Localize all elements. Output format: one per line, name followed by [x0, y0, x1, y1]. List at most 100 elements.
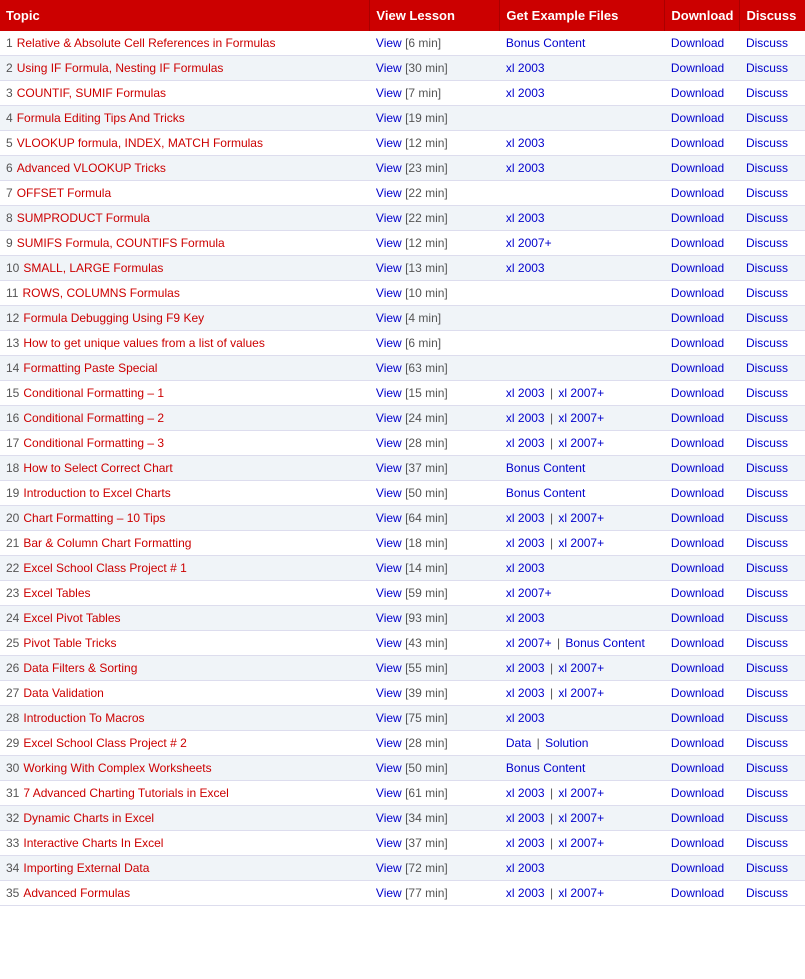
discuss-link[interactable]: Discuss — [746, 36, 788, 50]
discuss-link[interactable]: Discuss — [746, 436, 788, 450]
view-link[interactable]: View — [376, 461, 402, 475]
topic-link[interactable]: Excel School Class Project # 2 — [23, 736, 186, 750]
bonus-content-link[interactable]: Bonus Content — [506, 36, 585, 50]
discuss-link[interactable]: Discuss — [746, 636, 788, 650]
view-link[interactable]: View — [376, 336, 402, 350]
topic-link[interactable]: How to Select Correct Chart — [23, 461, 172, 475]
view-link[interactable]: View — [376, 36, 402, 50]
view-link[interactable]: View — [376, 761, 402, 775]
download-link[interactable]: Download — [671, 336, 724, 350]
file-link[interactable]: xl 2007+ — [558, 886, 604, 900]
view-link[interactable]: View — [376, 111, 402, 125]
download-link[interactable]: Download — [671, 636, 724, 650]
file-link[interactable]: xl 2003 — [506, 136, 545, 150]
download-link[interactable]: Download — [671, 136, 724, 150]
file-link[interactable]: xl 2007+ — [558, 511, 604, 525]
topic-link[interactable]: Conditional Formatting – 2 — [23, 411, 164, 425]
topic-link[interactable]: Using IF Formula, Nesting IF Formulas — [17, 61, 224, 75]
view-link[interactable]: View — [376, 686, 402, 700]
download-link[interactable]: Download — [671, 836, 724, 850]
view-link[interactable]: View — [376, 711, 402, 725]
bonus-content-link[interactable]: Bonus Content — [565, 636, 644, 650]
file-link[interactable]: xl 2007+ — [558, 436, 604, 450]
file-link[interactable]: xl 2003 — [506, 511, 545, 525]
file-link[interactable]: xl 2007+ — [558, 786, 604, 800]
view-link[interactable]: View — [376, 211, 402, 225]
file-link[interactable]: xl 2003 — [506, 886, 545, 900]
discuss-link[interactable]: Discuss — [746, 111, 788, 125]
discuss-link[interactable]: Discuss — [746, 661, 788, 675]
view-link[interactable]: View — [376, 61, 402, 75]
view-link[interactable]: View — [376, 561, 402, 575]
download-link[interactable]: Download — [671, 536, 724, 550]
discuss-link[interactable]: Discuss — [746, 811, 788, 825]
topic-link[interactable]: Bar & Column Chart Formatting — [23, 536, 191, 550]
download-link[interactable]: Download — [671, 611, 724, 625]
download-link[interactable]: Download — [671, 236, 724, 250]
download-link[interactable]: Download — [671, 161, 724, 175]
view-link[interactable]: View — [376, 136, 402, 150]
view-link[interactable]: View — [376, 161, 402, 175]
view-link[interactable]: View — [376, 286, 402, 300]
discuss-link[interactable]: Discuss — [746, 136, 788, 150]
view-link[interactable]: View — [376, 411, 402, 425]
topic-link[interactable]: Data Filters & Sorting — [23, 661, 137, 675]
topic-link[interactable]: Data Validation — [23, 686, 104, 700]
topic-link[interactable]: Pivot Table Tricks — [23, 636, 116, 650]
file-link[interactable]: xl 2003 — [506, 436, 545, 450]
file-link[interactable]: xl 2003 — [506, 86, 545, 100]
topic-link[interactable]: Working With Complex Worksheets — [23, 761, 211, 775]
file-link[interactable]: xl 2003 — [506, 161, 545, 175]
download-link[interactable]: Download — [671, 486, 724, 500]
discuss-link[interactable]: Discuss — [746, 161, 788, 175]
topic-link[interactable]: Formatting Paste Special — [23, 361, 157, 375]
download-link[interactable]: Download — [671, 661, 724, 675]
view-link[interactable]: View — [376, 486, 402, 500]
discuss-link[interactable]: Discuss — [746, 336, 788, 350]
topic-link[interactable]: Excel School Class Project # 1 — [23, 561, 186, 575]
view-link[interactable]: View — [376, 86, 402, 100]
topic-link[interactable]: SUMIFS Formula, COUNTIFS Formula — [17, 236, 225, 250]
topic-link[interactable]: Excel Pivot Tables — [23, 611, 120, 625]
topic-link[interactable]: Excel Tables — [23, 586, 90, 600]
view-link[interactable]: View — [376, 586, 402, 600]
discuss-link[interactable]: Discuss — [746, 761, 788, 775]
topic-link[interactable]: Introduction to Excel Charts — [23, 486, 170, 500]
view-link[interactable]: View — [376, 611, 402, 625]
topic-link[interactable]: Conditional Formatting – 1 — [23, 386, 164, 400]
view-link[interactable]: View — [376, 361, 402, 375]
view-link[interactable]: View — [376, 636, 402, 650]
file-link[interactable]: xl 2003 — [506, 561, 545, 575]
discuss-link[interactable]: Discuss — [746, 511, 788, 525]
file-link[interactable]: xl 2003 — [506, 786, 545, 800]
download-link[interactable]: Download — [671, 861, 724, 875]
discuss-link[interactable]: Discuss — [746, 211, 788, 225]
discuss-link[interactable]: Discuss — [746, 536, 788, 550]
file-link[interactable]: Solution — [545, 736, 588, 750]
discuss-link[interactable]: Discuss — [746, 61, 788, 75]
discuss-link[interactable]: Discuss — [746, 611, 788, 625]
discuss-link[interactable]: Discuss — [746, 411, 788, 425]
file-link[interactable]: xl 2003 — [506, 686, 545, 700]
download-link[interactable]: Download — [671, 686, 724, 700]
view-link[interactable]: View — [376, 386, 402, 400]
download-link[interactable]: Download — [671, 311, 724, 325]
topic-link[interactable]: How to get unique values from a list of … — [23, 336, 264, 350]
topic-link[interactable]: SMALL, LARGE Formulas — [23, 261, 163, 275]
discuss-link[interactable]: Discuss — [746, 236, 788, 250]
discuss-link[interactable]: Discuss — [746, 736, 788, 750]
download-link[interactable]: Download — [671, 736, 724, 750]
topic-link[interactable]: 7 Advanced Charting Tutorials in Excel — [23, 786, 228, 800]
file-link[interactable]: xl 2007+ — [506, 586, 552, 600]
file-link[interactable]: xl 2007+ — [558, 536, 604, 550]
download-link[interactable]: Download — [671, 811, 724, 825]
discuss-link[interactable]: Discuss — [746, 261, 788, 275]
topic-link[interactable]: Formula Debugging Using F9 Key — [23, 311, 204, 325]
bonus-content-link[interactable]: Bonus Content — [506, 461, 585, 475]
topic-link[interactable]: VLOOKUP formula, INDEX, MATCH Formulas — [17, 136, 263, 150]
download-link[interactable]: Download — [671, 211, 724, 225]
discuss-link[interactable]: Discuss — [746, 561, 788, 575]
file-link[interactable]: xl 2003 — [506, 411, 545, 425]
file-link[interactable]: xl 2003 — [506, 861, 545, 875]
download-link[interactable]: Download — [671, 386, 724, 400]
